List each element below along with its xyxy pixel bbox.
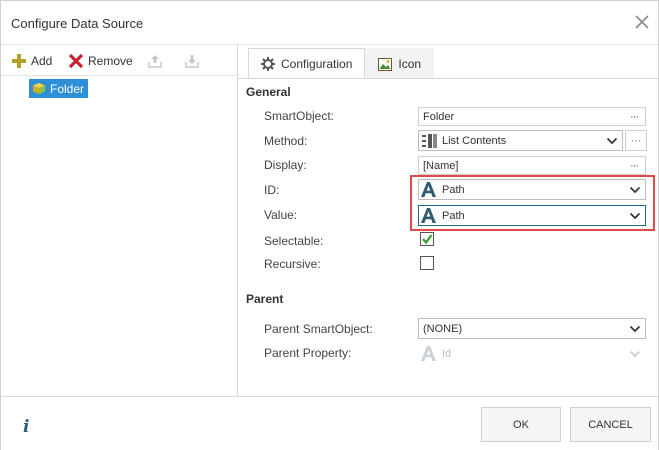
tab-configuration-label: Configuration <box>281 57 353 71</box>
display-value: [Name] <box>423 159 459 172</box>
data-source-tree-pane: Add Remove Folder <box>1 46 238 396</box>
text-property-icon <box>421 208 436 223</box>
method-label: Method: <box>264 134 308 148</box>
parent-heading: Parent <box>246 292 284 306</box>
smartobject-cube-icon <box>33 83 45 94</box>
move-up-icon <box>148 55 162 68</box>
parent-property-label: Parent Property: <box>264 346 352 360</box>
chevron-down-icon <box>606 137 618 145</box>
cancel-button[interactable]: CANCEL <box>570 407 651 442</box>
value-label: Value: <box>264 208 298 222</box>
text-property-icon <box>421 182 436 197</box>
plus-icon <box>12 54 26 68</box>
recursive-label: Recursive: <box>264 257 321 271</box>
checkmark-icon <box>422 234 433 245</box>
method-select[interactable]: List Contents <box>418 130 623 151</box>
ok-button[interactable]: OK <box>481 407 561 442</box>
parent-smartobject-label: Parent SmartObject: <box>264 322 373 336</box>
parent-property-select[interactable]: Id <box>418 343 646 364</box>
smartobject-field[interactable]: Folder ··· <box>418 107 646 126</box>
selectable-checkbox[interactable] <box>420 232 434 246</box>
move-up-button[interactable] <box>147 52 163 70</box>
chevron-down-icon <box>629 350 641 358</box>
image-icon <box>378 57 393 71</box>
text-property-icon <box>421 346 436 361</box>
tree-item-label: Folder <box>50 81 85 96</box>
method-options-button[interactable]: ··· <box>625 130 647 151</box>
display-label: Display: <box>264 158 307 172</box>
parent-property-value: Id <box>442 347 452 360</box>
close-icon[interactable] <box>631 11 653 33</box>
dialog-title: Configure Data Source <box>11 16 144 31</box>
chevron-down-icon <box>629 186 641 194</box>
gear-icon <box>261 57 275 71</box>
configure-data-source-dialog: Configure Data Source Add Remove Folder … <box>0 0 659 450</box>
tab-icon-label: Icon <box>398 57 422 71</box>
configuration-pane: Configuration Icon General SmartObject: … <box>238 46 658 396</box>
smartobject-label: SmartObject: <box>264 109 335 123</box>
parent-smartobject-select[interactable]: (NONE) <box>418 318 646 339</box>
tree-toolbar: Add Remove <box>1 46 237 76</box>
add-button[interactable]: Add <box>11 52 52 70</box>
id-value: Path <box>442 183 465 196</box>
recursive-checkbox[interactable] <box>420 256 434 270</box>
general-heading: General <box>246 85 291 99</box>
id-label: ID: <box>264 183 280 197</box>
selectable-label: Selectable: <box>264 234 324 248</box>
remove-button[interactable]: Remove <box>68 52 133 70</box>
value-value: Path <box>442 209 465 222</box>
dialog-titlebar: Configure Data Source <box>1 1 658 45</box>
tab-strip: Configuration Icon <box>248 48 435 79</box>
move-down-button[interactable] <box>184 52 200 70</box>
tab-icon[interactable]: Icon <box>365 48 435 79</box>
list-method-icon <box>422 133 437 148</box>
info-icon[interactable]: i <box>23 417 29 437</box>
smartobject-browse-button[interactable]: ··· <box>623 108 645 125</box>
display-browse-button[interactable]: ··· <box>623 157 645 174</box>
smartobject-value: Folder <box>423 110 455 123</box>
chevron-down-icon <box>629 325 641 333</box>
tab-configuration[interactable]: Configuration <box>248 48 366 79</box>
remove-x-icon <box>68 53 84 69</box>
value-select[interactable]: Path <box>418 205 646 226</box>
parent-smartobject-value: (NONE) <box>423 322 463 335</box>
tree-item-folder[interactable]: Folder <box>29 79 89 98</box>
dialog-footer: i OK CANCEL <box>1 396 658 450</box>
add-button-label: Add <box>31 54 53 68</box>
id-select[interactable]: Path <box>418 179 646 200</box>
move-down-icon <box>185 55 199 68</box>
remove-button-label: Remove <box>88 54 133 68</box>
chevron-down-icon <box>629 212 641 220</box>
method-value: List Contents <box>442 134 507 147</box>
display-field[interactable]: [Name] ··· <box>418 156 646 175</box>
tab-divider <box>238 78 658 79</box>
